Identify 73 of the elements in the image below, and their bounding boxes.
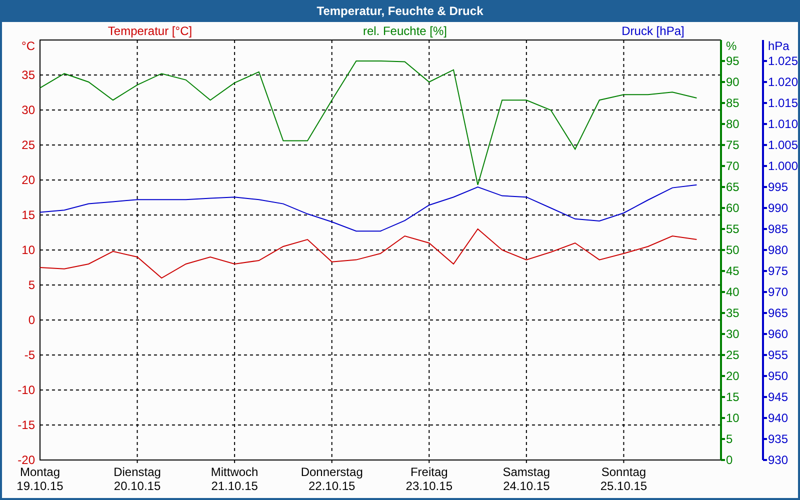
axis-tick-label: 15 xyxy=(726,390,740,404)
axis-tick-label: 1.020 xyxy=(768,75,798,89)
axis-tick-label: 5 xyxy=(28,278,35,292)
axis-tick-label: 980 xyxy=(768,243,788,257)
axis-tick-label: 960 xyxy=(768,327,788,341)
axis-tick-label: 990 xyxy=(768,201,788,215)
axis-tick-label: 80 xyxy=(726,117,740,131)
axis-tick-label: 995 xyxy=(768,180,788,194)
window-title: Temperatur, Feuchte & Druck xyxy=(316,4,484,18)
axis-tick-label: 20 xyxy=(726,369,740,383)
axis-unit: hPa xyxy=(768,39,790,53)
axis-tick-label: 50 xyxy=(726,243,740,257)
axis-tick-label: 70 xyxy=(726,159,740,173)
day-label: Mittwoch xyxy=(210,465,258,479)
axis-tick-label: 935 xyxy=(768,432,788,446)
axis-tick-label: 25 xyxy=(726,348,740,362)
axis-tick-label: 30 xyxy=(22,103,35,117)
legend-label: Druck [hPa] xyxy=(622,24,684,38)
axis-tick-label: 30 xyxy=(726,327,740,341)
date-label: 24.10.15 xyxy=(503,479,550,493)
day-label: Sonntag xyxy=(601,465,646,479)
axis-tick-label: 85 xyxy=(726,96,740,110)
axis-tick-label: 1.015 xyxy=(768,96,798,110)
axis-tick-label: 65 xyxy=(726,180,740,194)
axis-tick-label: 1.000 xyxy=(768,159,798,173)
day-label: Samstag xyxy=(502,465,550,479)
axis-tick-label: 940 xyxy=(768,411,788,425)
axis-tick-label: 930 xyxy=(768,453,788,467)
axis-tick-label: 20 xyxy=(22,173,35,187)
axis-tick-label: 0 xyxy=(28,313,35,327)
date-label: 21.10.15 xyxy=(211,479,258,493)
axis-tick-label: 985 xyxy=(768,222,788,236)
axis-tick-label: 945 xyxy=(768,390,788,404)
axis-tick-label: -15 xyxy=(18,418,35,432)
axis-tick-label: 0 xyxy=(726,453,733,467)
axis-tick-label: 55 xyxy=(726,222,740,236)
axis-tick-label: 25 xyxy=(22,138,35,152)
legend-label: rel. Feuchte [%] xyxy=(362,24,448,38)
axis-tick-label: 15 xyxy=(22,208,35,222)
date-label: 20.10.15 xyxy=(114,479,161,493)
axis-tick-label: 40 xyxy=(726,285,740,299)
axis-tick-label: 35 xyxy=(22,68,35,82)
axis-unit: % xyxy=(726,39,737,53)
axis-tick-label: 975 xyxy=(768,264,788,278)
axis-tick-label: 965 xyxy=(768,306,788,320)
date-label: 19.10.15 xyxy=(16,479,64,493)
axis-tick-label: 10 xyxy=(726,411,740,425)
legend-label: Temperatur [°C] xyxy=(108,24,192,38)
axis-tick-label: 90 xyxy=(726,75,740,89)
axis-tick-label: 60 xyxy=(726,201,740,215)
axis-tick-label: -20 xyxy=(18,453,35,467)
day-label: Dienstag xyxy=(114,465,161,479)
axis-tick-label: 1.010 xyxy=(768,117,798,131)
axis-tick-label: 35 xyxy=(726,306,740,320)
axis-tick-label: 75 xyxy=(726,138,740,152)
day-label: Montag xyxy=(20,465,60,479)
axis-tick-label: 5 xyxy=(726,432,733,446)
axis-tick-label: -5 xyxy=(24,348,35,362)
axis-tick-label: 1.025 xyxy=(768,54,798,68)
date-label: 25.10.15 xyxy=(600,479,648,493)
axis-tick-label: 45 xyxy=(726,264,740,278)
axis-tick-label: 950 xyxy=(768,369,788,383)
day-label: Donnerstag xyxy=(300,465,363,479)
date-label: 22.10.15 xyxy=(308,479,356,493)
axis-tick-label: 970 xyxy=(768,285,788,299)
axis-tick-label: -10 xyxy=(18,383,35,397)
axis-tick-label: 10 xyxy=(22,243,35,257)
date-label: 23.10.15 xyxy=(406,479,452,493)
axis-unit: °C xyxy=(22,39,35,53)
axis-tick-label: 95 xyxy=(726,54,740,68)
axis-tick-label: 1.005 xyxy=(768,138,798,152)
axis-tick-label: 955 xyxy=(768,348,788,362)
day-label: Freitag xyxy=(410,465,448,479)
